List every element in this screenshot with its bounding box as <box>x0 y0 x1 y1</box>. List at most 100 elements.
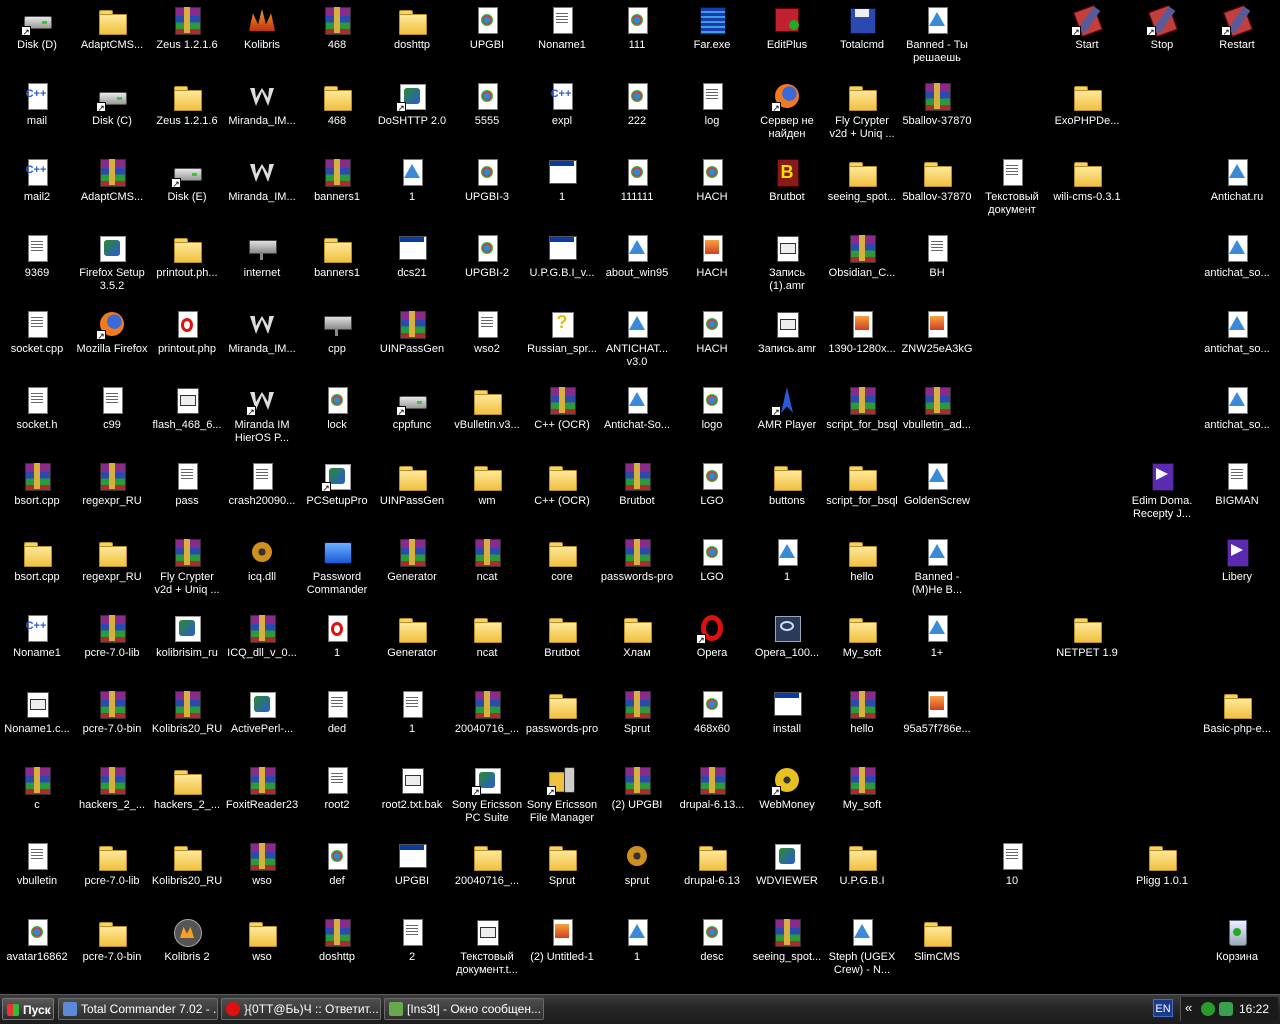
desktop-icon[interactable]: Totalcmd <box>824 3 900 52</box>
desktop-icon[interactable]: My_soft <box>824 611 900 660</box>
desktop-icon[interactable]: cpp <box>299 307 375 356</box>
taskbar-button-ins3t[interactable]: [Ins3t] - Окно сообщен... <box>384 998 544 1020</box>
desktop-icon[interactable]: internet <box>224 231 300 280</box>
desktop-icon[interactable]: 10 <box>974 839 1050 888</box>
desktop-icon[interactable]: hackers_2_... <box>74 763 150 812</box>
desktop-icon[interactable]: buttons <box>749 459 825 508</box>
desktop-icon[interactable]: ncat <box>449 611 525 660</box>
desktop-icon[interactable]: ↗ Сервер не найден <box>749 79 825 141</box>
desktop-icon[interactable]: socket.cpp <box>0 307 75 356</box>
desktop-icon[interactable]: Sprut <box>599 687 675 736</box>
desktop-icon[interactable]: Generator <box>374 611 450 660</box>
desktop-icon[interactable]: about_win95 <box>599 231 675 280</box>
desktop-icon[interactable]: ExoPHPDe... <box>1049 79 1125 128</box>
desktop-icon[interactable]: sprut <box>599 839 675 888</box>
desktop-icon[interactable]: ↗ AMR Player <box>749 383 825 432</box>
desktop-icon[interactable]: Libery <box>1199 535 1275 584</box>
desktop-icon[interactable]: Basic-php-e... <box>1199 687 1275 736</box>
desktop-icon[interactable]: Zeus 1.2.1.6 <box>149 3 225 52</box>
desktop-icon[interactable]: Far.exe <box>674 3 750 52</box>
clock[interactable]: 16:22 <box>1239 1001 1269 1017</box>
desktop-icon[interactable]: antichat_so... <box>1199 307 1275 356</box>
desktop-icon[interactable]: crash20090... <box>224 459 300 508</box>
desktop-icon[interactable]: Текстовый документ.t... <box>449 915 525 977</box>
desktop-icon[interactable]: ↗ WebMoney <box>749 763 825 812</box>
desktop-icon[interactable]: 20040716_... <box>449 687 525 736</box>
desktop-icon[interactable]: install <box>749 687 825 736</box>
desktop-icon[interactable]: Miranda_IM... <box>224 307 300 356</box>
desktop-icon[interactable]: HACH <box>674 307 750 356</box>
desktop-icon[interactable]: vBulletin.v3... <box>449 383 525 432</box>
desktop-icon[interactable]: pcre-7.0-lib <box>74 611 150 660</box>
desktop-icon[interactable]: Obsidian_C... <box>824 231 900 280</box>
desktop-icon[interactable]: 95a57f786e... <box>899 687 975 736</box>
desktop-icon[interactable]: Корзина <box>1199 915 1275 964</box>
desktop-icon[interactable]: Fly Crypter v2d + Uniq ... <box>149 535 225 597</box>
desktop-icon[interactable]: UPGBI-2 <box>449 231 525 280</box>
desktop-icon[interactable]: hello <box>824 535 900 584</box>
desktop-icon[interactable]: ncat <box>449 535 525 584</box>
taskbar-button-opera[interactable]: }{0TT@Бь)Ч :: Ответит... <box>221 998 381 1020</box>
desktop-icon[interactable]: logo <box>674 383 750 432</box>
desktop-icon[interactable]: Запись.amr <box>749 307 825 356</box>
network-icon[interactable] <box>1219 1002 1233 1016</box>
desktop-icon[interactable]: pcre-7.0-lib <box>74 839 150 888</box>
desktop-icon[interactable]: Miranda_IM... <box>224 155 300 204</box>
desktop-icon[interactable]: C++ mail <box>0 79 75 128</box>
desktop-icon[interactable]: hello <box>824 687 900 736</box>
desktop-icon[interactable]: bsort.cpp <box>0 535 75 584</box>
desktop-icon[interactable]: wso <box>224 839 300 888</box>
desktop-icon[interactable]: desc <box>674 915 750 964</box>
desktop-icon[interactable]: ICQ_dll_v_0... <box>224 611 300 660</box>
desktop-icon[interactable]: 20040716_... <box>449 839 525 888</box>
desktop-icon[interactable]: ↗ Disk (C) <box>74 79 150 128</box>
desktop-icon[interactable]: WDVIEWER <box>749 839 825 888</box>
desktop-icon[interactable]: 9369 <box>0 231 75 280</box>
desktop-icon[interactable]: ANTICHAT... v3.0 <box>599 307 675 369</box>
desktop-icon[interactable]: Brutbot <box>524 611 600 660</box>
desktop-icon[interactable]: U.P.G.B.I_v... <box>524 231 600 280</box>
desktop-icon[interactable]: kolibrisim_ru <box>149 611 225 660</box>
desktop-icon[interactable]: script_for_bsql <box>824 383 900 432</box>
desktop-icon[interactable]: LGO <box>674 459 750 508</box>
desktop-icon[interactable]: 1+ <box>899 611 975 660</box>
desktop-icon[interactable]: regexpr_RU <box>74 459 150 508</box>
desktop-icon[interactable]: pass <box>149 459 225 508</box>
desktop-icon[interactable]: ZNW25eA3kG <box>899 307 975 356</box>
desktop-icon[interactable]: def <box>299 839 375 888</box>
desktop-icon[interactable]: UINPassGen <box>374 459 450 508</box>
desktop-icon[interactable]: 1 <box>749 535 825 584</box>
desktop-icon[interactable]: doshttp <box>299 915 375 964</box>
desktop-icon[interactable]: ↗ Disk (D) <box>0 3 75 52</box>
start-button[interactable]: Пуск <box>2 998 54 1020</box>
desktop-icon[interactable]: ↗ Stop <box>1124 3 1200 52</box>
desktop-icon[interactable]: UPGBI <box>449 3 525 52</box>
desktop-icon[interactable]: AdaptCMS... <box>74 155 150 204</box>
desktop-icon[interactable]: SlimCMS <box>899 915 975 964</box>
desktop-icon[interactable]: dcs21 <box>374 231 450 280</box>
desktop-icon[interactable]: Noname1.c... <box>0 687 75 736</box>
desktop-icon[interactable]: Kolibris 2 <box>149 915 225 964</box>
tray-expand-button[interactable]: « <box>1185 1000 1192 1016</box>
desktop-icon[interactable]: NETPET 1.9 <box>1049 611 1125 660</box>
desktop-icon[interactable]: Antichat-So... <box>599 383 675 432</box>
desktop-icon[interactable]: printout.ph... <box>149 231 225 280</box>
desktop-icon[interactable]: ? Russian_spr... <box>524 307 600 356</box>
desktop-icon[interactable]: C++ (OCR) <box>524 459 600 508</box>
desktop-icon[interactable]: C++ mail2 <box>0 155 75 204</box>
desktop-icon[interactable]: ↗ PCSetupPro <box>299 459 375 508</box>
desktop-icon[interactable]: (2) UPGBI <box>599 763 675 812</box>
desktop-icon[interactable]: Banned - (M)He B... <box>899 535 975 597</box>
desktop-icon[interactable]: seeing_spot... <box>749 915 825 964</box>
desktop-icon[interactable]: 1 <box>599 915 675 964</box>
desktop-icon[interactable]: GoldenScrew <box>899 459 975 508</box>
desktop-icon[interactable]: Хлам <box>599 611 675 660</box>
desktop-icon[interactable]: root2 <box>299 763 375 812</box>
desktop-icon[interactable]: Brutbot <box>599 459 675 508</box>
desktop-icon[interactable]: U.P.G.B.I <box>824 839 900 888</box>
desktop-icon[interactable]: wili-cms-0.3.1 <box>1049 155 1125 204</box>
desktop-icon[interactable]: C++ (OCR) <box>524 383 600 432</box>
desktop-icon[interactable]: Noname1 <box>524 3 600 52</box>
desktop-icon[interactable]: My_soft <box>824 763 900 812</box>
desktop-icon[interactable]: ↗ Start <box>1049 3 1125 52</box>
